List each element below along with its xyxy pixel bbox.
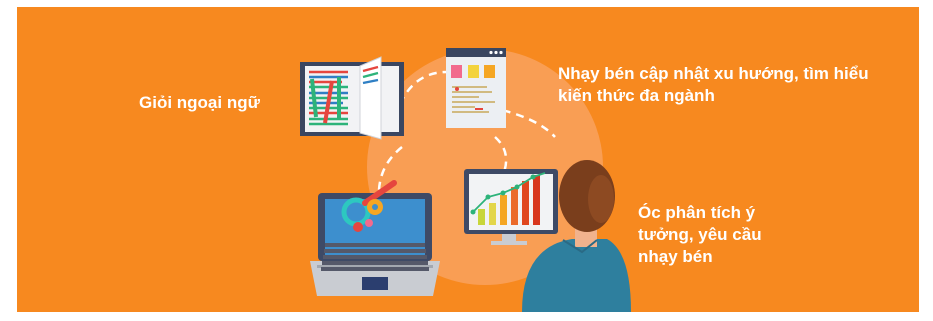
skill-label-languages: Giỏi ngoại ngữ [139,93,260,112]
illustration [17,7,919,312]
laptop-gears-icon [310,180,440,296]
skill-label-analysis-line1: Óc phân tích ý [638,203,756,222]
document-icon [446,48,506,128]
book-icon [300,56,404,140]
skill-label-analysis-line2: tưởng, yêu cầu [638,225,762,244]
skill-label-analysis: Óc phân tích ý tưởng, yêu cầu nhạy bén [638,202,762,268]
skill-label-analysis-line3: nhạy bén [638,247,713,266]
skill-label-trends-line1: Nhạy bén cập nhật xu hướng, tìm hiểu [558,64,869,83]
skills-banner: Giỏi ngoại ngữ Nhạy bén cập nhật xu hướn… [17,7,919,312]
chart-monitor-icon [464,169,558,245]
skill-label-trends-line2: kiến thức đa ngành [558,86,715,105]
skill-label-trends: Nhạy bén cập nhật xu hướng, tìm hiểu kiế… [558,63,869,107]
